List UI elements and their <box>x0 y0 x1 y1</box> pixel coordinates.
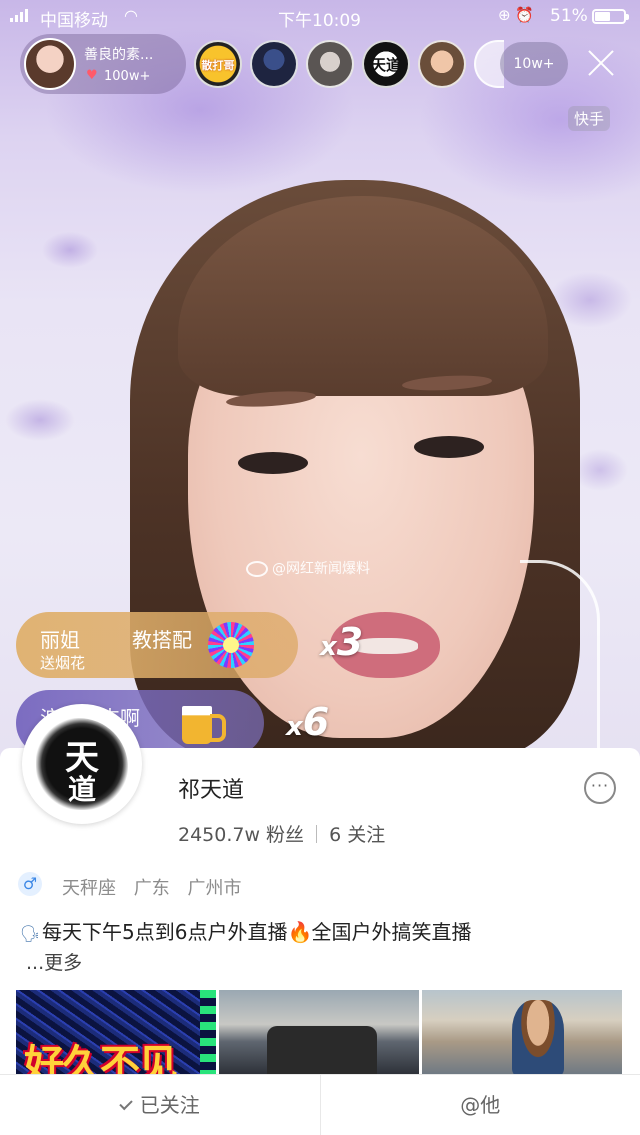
gift-banner: 丽姐 教搭配 送烟花 <box>16 612 298 678</box>
viewer-avatar[interactable]: 天道 <box>362 40 410 88</box>
gift-combo: x3 <box>320 620 364 664</box>
followed-button[interactable]: 已关注 <box>0 1075 320 1135</box>
video-thumbnail[interactable] <box>422 990 622 1076</box>
profile-location: 天秤座 广东 广州市 <box>62 874 241 900</box>
viewer-count[interactable]: 10w+ <box>500 42 568 86</box>
city: 广州市 <box>187 878 242 899</box>
bottom-action-bar: 已关注 @他 <box>0 1074 640 1135</box>
stats-divider <box>316 825 318 843</box>
video-thumbnails: 好久不见 <box>16 990 622 1076</box>
profile-bio: 🗣每天下午5点到6点户外直播🔥全国户外搞笑直播 <box>19 920 472 944</box>
video-thumbnail[interactable]: 好久不见 <box>16 990 216 1076</box>
battery-icon <box>592 9 629 24</box>
viewer-avatar[interactable] <box>250 40 298 88</box>
bio-more-link[interactable]: ...更多 <box>26 948 82 975</box>
beer-icon <box>178 696 226 744</box>
thumbnail-caption: 好久不见 <box>24 1042 178 1076</box>
fire-icon: 🔥 <box>287 920 313 944</box>
check-icon <box>119 1096 133 1111</box>
gift-target: 教搭配 <box>132 628 192 652</box>
battery-percent: 51% <box>550 6 588 26</box>
following-count[interactable]: 6 关注 <box>329 824 385 846</box>
host-info-pill[interactable]: 善良的素... ♥ 100w+ <box>20 34 186 94</box>
viewer-avatar[interactable] <box>306 40 354 88</box>
more-icon[interactable]: ··· <box>584 772 616 804</box>
host-avatar[interactable] <box>24 38 76 90</box>
avatar-glyph: 道 <box>67 773 96 806</box>
carrier-name: 中国移动 <box>40 11 108 31</box>
signal-icon <box>10 9 28 22</box>
gift-name: 送烟花 <box>40 654 86 672</box>
viewer-avatars: 散打哥 天道 <box>194 40 504 88</box>
clock: 下午10:09 <box>278 11 361 31</box>
close-icon[interactable] <box>584 46 618 80</box>
earphone-wire <box>520 560 600 760</box>
viewer-avatar[interactable] <box>418 40 466 88</box>
gift-sender: 丽姐 <box>40 628 80 652</box>
follower-count[interactable]: 2450.7w 粉丝 <box>178 824 304 846</box>
app-brand-tag: 快手 <box>568 106 611 131</box>
right-eye <box>414 436 484 458</box>
profile-avatar[interactable]: 天 道 <box>22 704 142 824</box>
fireworks-icon <box>208 622 254 668</box>
speech-icon: 🗣 <box>19 924 41 943</box>
gift-combo: x6 <box>286 700 330 744</box>
status-bar: 中国移动 ◠ 下午10:09 ⊕ ⏰ 51% <box>0 0 640 32</box>
video-thumbnail[interactable] <box>219 990 419 1076</box>
male-icon: ♂ <box>18 872 42 896</box>
wifi-icon: ◠ <box>124 6 138 25</box>
profile-stats: 2450.7w 粉丝 6 关注 <box>178 820 385 847</box>
heart-icon: ♥ <box>86 68 98 83</box>
alarm-icon: ⊕ ⏰ <box>498 6 535 24</box>
weibo-icon <box>246 561 268 577</box>
profile-username: 祁天道 <box>178 778 245 803</box>
constellation: 天秤座 <box>62 878 116 899</box>
host-name: 善良的素... <box>84 47 154 63</box>
mention-button[interactable]: @他 <box>319 1075 640 1135</box>
province: 广东 <box>133 878 170 899</box>
watermark: @网红新闻爆料 <box>246 558 370 578</box>
host-likes: 100w+ <box>104 69 151 84</box>
left-eye <box>238 452 308 474</box>
viewer-avatar[interactable]: 散打哥 <box>194 40 242 88</box>
